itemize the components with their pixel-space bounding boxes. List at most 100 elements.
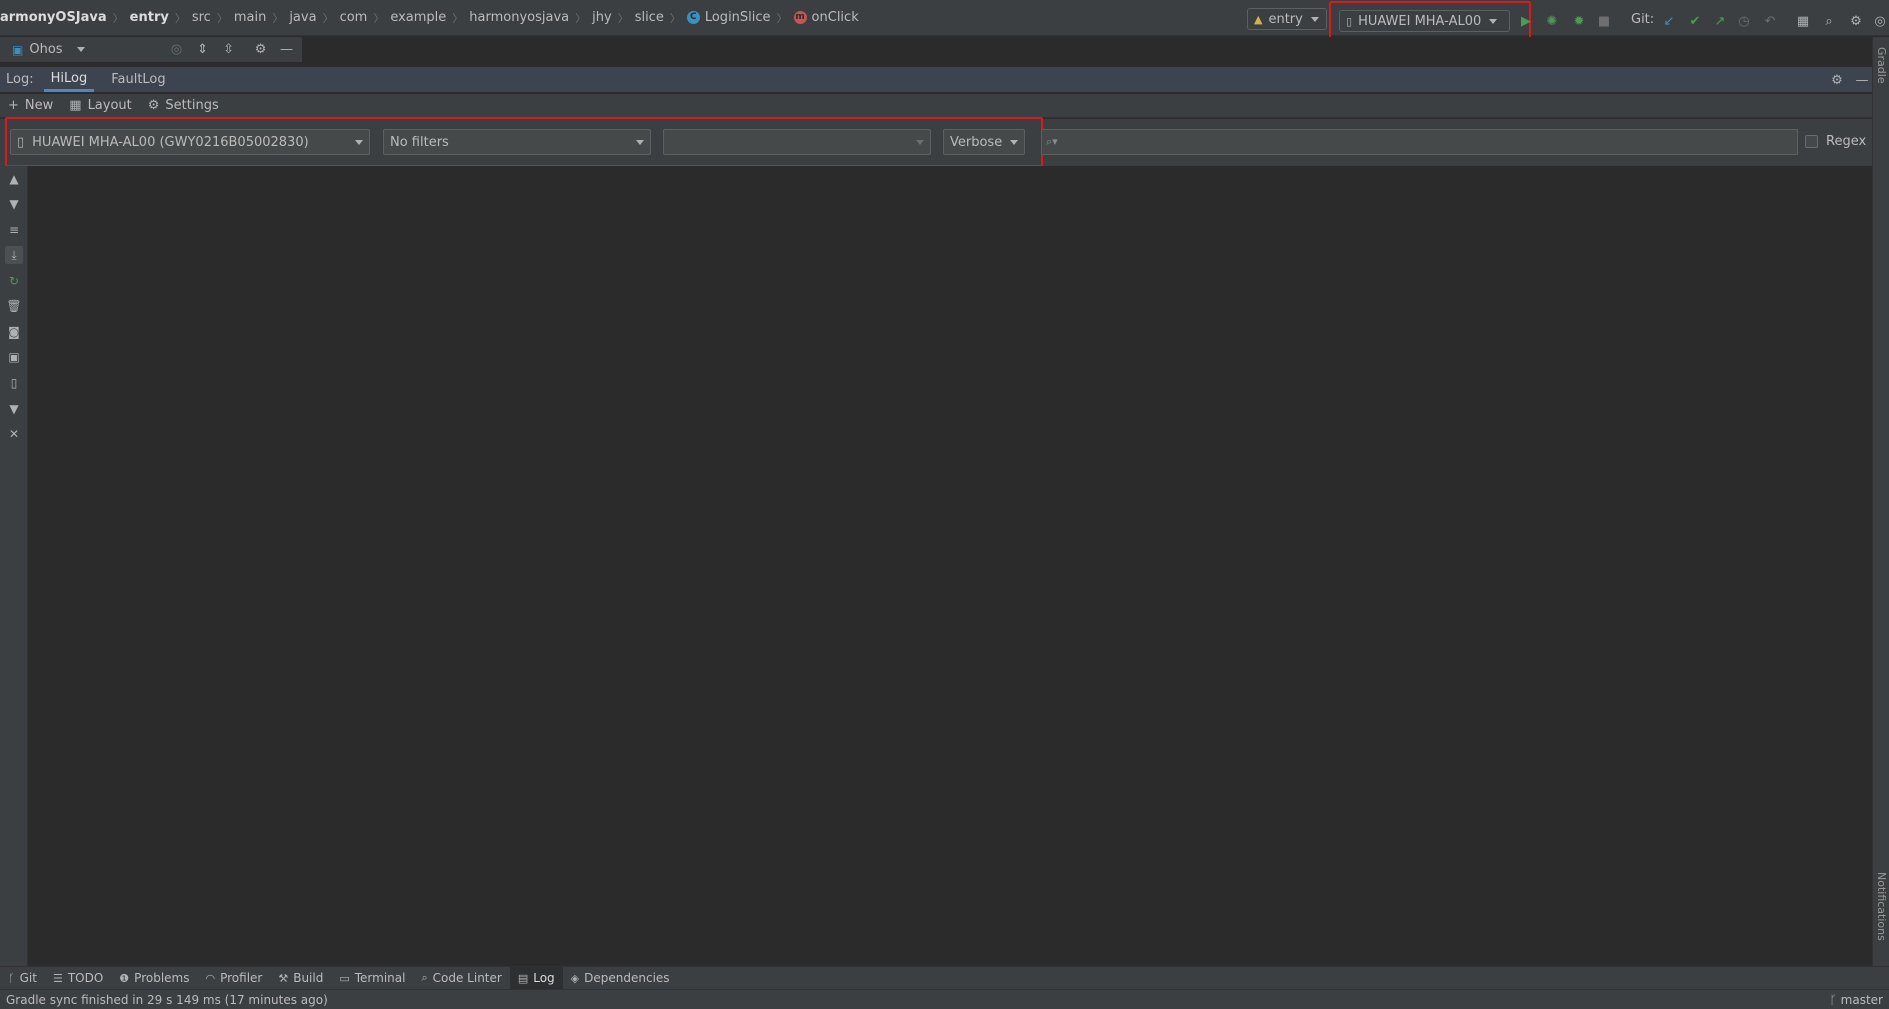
method-icon: m [793,11,807,24]
gradle-tab[interactable]: Gradle [1875,47,1888,84]
minimize-icon[interactable]: — [1854,72,1870,88]
breadcrumb: armonyOSJava 〉 entry 〉 src 〉 main 〉 java 〉 com 〉 exa… [0,10,1240,26]
bottom-tab-log[interactable]: ▤ Log [509,966,563,990]
hdc-icon[interactable]: ◎ [1872,13,1888,29]
log-search-input[interactable]: ⌕▾ [1041,129,1798,155]
bottom-tab-todo[interactable]: ☰ TODO [45,967,111,990]
restart-icon[interactable]: ↻ [5,272,23,290]
search-icon[interactable]: ⌕ [1821,13,1837,29]
breadcrumb-item[interactable]: jhy [592,10,612,25]
breadcrumb-item[interactable]: harmonyosjava [469,10,569,25]
gear-icon[interactable]: ⚙ [1848,13,1864,29]
log-search-field[interactable] [1057,132,1797,152]
regex-label: Regex [1826,134,1867,149]
linter-icon: ⌕ [421,971,428,984]
filter-icon[interactable]: ▼ [5,400,23,418]
bottom-tab-problems[interactable]: ❶ Problems [111,967,197,990]
breadcrumb-item[interactable]: C LoginSlice [686,10,771,25]
expand-all-icon[interactable]: ⇕ [195,42,211,58]
log-tabs-row: Log: HiLog FaultLog ⚙ — [0,67,1872,92]
tab-faultlog[interactable]: FaultLog [104,67,172,92]
debug-icon[interactable]: ✺ [1544,13,1560,29]
status-message: Gradle sync finished in 29 s 149 ms (17 … [6,992,328,1007]
run-config-icon: ▲ [1254,12,1263,26]
chevron-down-icon [1489,18,1498,24]
phone-icon[interactable]: ▯ [5,374,23,392]
history-icon[interactable]: ◷ [1736,13,1752,29]
bottom-tab-code-linter[interactable]: ⌕ Code Linter [413,967,509,990]
stop-icon[interactable]: ■ [1596,13,1612,29]
bottom-tab-git[interactable]: ᚴ Git [0,967,45,990]
scroll-to-end-icon[interactable]: ⤓ [5,246,23,264]
bottom-tab-dependencies[interactable]: ◈ Dependencies [563,967,678,990]
search-icon[interactable]: ⌕▾ [1046,135,1058,149]
git-update-icon[interactable]: ↙ [1661,13,1677,29]
device-filter-select[interactable]: ▯ HUAWEI MHA-AL00 (GWY0216B05002830) [10,129,370,155]
soft-wrap-icon[interactable]: ≡ [5,221,23,239]
scroll-up-icon[interactable]: ▲ [5,170,23,188]
breadcrumb-separator-icon: 〉 [373,11,385,25]
git-push-icon[interactable]: ↗ [1712,13,1728,29]
breadcrumb-item[interactable]: main [234,10,266,25]
tab-hilog[interactable]: HiLog [43,67,95,92]
target-icon[interactable]: ◎ [169,42,185,58]
tool-window-title[interactable]: Ohos [29,42,62,57]
tool-window-header-stripe [302,37,1872,63]
new-label: New [24,98,54,113]
breadcrumb-label: com [339,10,368,25]
breadcrumb-item[interactable]: entry [130,10,169,25]
hammer-icon: ⚒ [278,971,289,985]
gear-icon[interactable]: ⚙ [253,42,269,58]
trash-icon[interactable]: 🗑 [5,297,23,315]
right-tool-strip: Gradle Notifications [1872,37,1889,966]
plus-icon: + [8,98,19,113]
breadcrumb-item[interactable]: m onClick [793,10,859,25]
attach-debugger-icon[interactable]: ✹ [1571,13,1587,29]
new-button[interactable]: + New [8,98,53,113]
collapse-all-icon[interactable]: ⇳ [221,42,237,58]
breadcrumb-label: onClick [811,10,859,25]
bottom-tab-label: Problems [134,971,190,985]
gear-icon[interactable]: ⚙ [1829,72,1845,88]
log-output-area[interactable] [28,166,1872,966]
bottom-tab-label: Profiler [220,971,263,985]
gear-icon: ⚙ [147,98,160,113]
run-icon[interactable]: ▶ [1518,13,1534,29]
git-branch-widget[interactable]: ᚴ master [1829,993,1883,1007]
regex-checkbox-box[interactable] [1805,135,1818,148]
scroll-down-icon[interactable]: ▼ [5,195,23,213]
breadcrumb-item[interactable]: slice [635,10,664,25]
close-icon[interactable]: ✕ [5,425,23,443]
process-select[interactable] [663,129,931,155]
breadcrumb-item[interactable]: example [390,10,446,25]
run-config-selector[interactable]: ▲ entry [1247,8,1327,30]
bottom-tab-profiler[interactable]: ◠ Profiler [197,967,270,990]
rollback-icon[interactable]: ↶ [1762,13,1778,29]
project-structure-icon[interactable]: ▦ [1795,13,1811,29]
layout-button[interactable]: ▦ Layout [69,98,132,113]
minimize-icon[interactable]: — [279,42,295,58]
chevron-down-icon [1310,16,1319,22]
bottom-tab-terminal[interactable]: ▭ Terminal [331,967,413,990]
breadcrumb-separator-icon: 〉 [617,11,629,25]
breadcrumb-separator-icon: 〉 [776,11,788,25]
bottom-tab-build[interactable]: ⚒ Build [270,967,331,990]
breadcrumb-item[interactable]: src [192,10,211,25]
breadcrumb-item[interactable]: com [340,10,368,25]
log-level-select[interactable]: Verbose [943,129,1025,155]
terminal-icon: ▭ [339,971,350,985]
regex-checkbox[interactable]: Regex [1805,134,1866,149]
settings-button[interactable]: ⚙ Settings [148,98,219,113]
device-selector[interactable]: ▯ HUAWEI MHA-AL00 [1339,10,1510,32]
notifications-tab[interactable]: Notifications [1875,872,1888,941]
breadcrumb-item[interactable]: armonyOSJava [0,10,107,25]
breadcrumb-item[interactable]: java [289,10,316,25]
log-side-toolbar: ▲ ▼ ≡ ⤓ ↻ 🗑 ◙ ▣ ▯ ▼ ✕ [0,166,28,966]
ohos-window-icon: ▣ [12,42,24,57]
chevron-down-icon[interactable] [76,47,85,52]
save-icon[interactable]: ▣ [5,348,23,366]
phone-icon: ▯ [1346,14,1353,28]
git-commit-icon[interactable]: ✔ [1687,13,1703,29]
log-filter-select[interactable]: No filters [383,129,651,155]
camera-icon[interactable]: ◙ [5,323,23,341]
